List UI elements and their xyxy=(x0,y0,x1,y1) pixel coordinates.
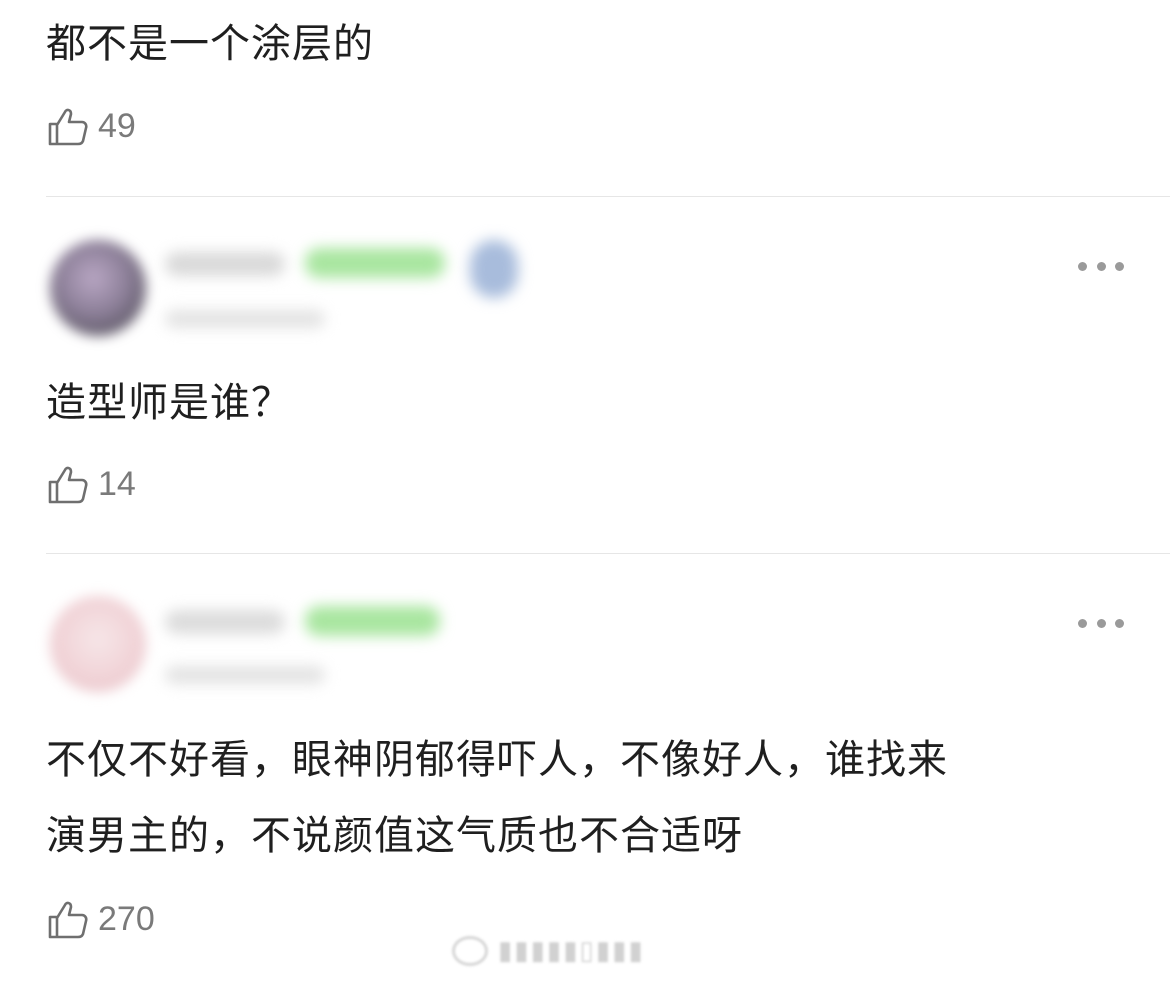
comment-2-like-count: 14 xyxy=(98,464,136,503)
comment-3-like-button[interactable]: 270 xyxy=(46,893,155,945)
thumbs-up-icon xyxy=(48,466,88,504)
timestamp-blurred xyxy=(165,310,325,328)
username-blurred[interactable] xyxy=(165,252,285,276)
divider xyxy=(46,553,1170,554)
comment-2-like-button[interactable]: 14 xyxy=(46,458,136,510)
comment-1-text: 都不是一个涂层的 xyxy=(46,21,374,67)
comment-3-text-line-2: 演男主的，不说颜值这气质也不合适呀 xyxy=(46,813,743,859)
comment-3-like-count: 270 xyxy=(98,899,155,938)
avatar[interactable] xyxy=(50,596,146,692)
comment-1-like-count: 49 xyxy=(98,106,136,145)
level-badge-blurred xyxy=(305,606,440,636)
divider xyxy=(46,196,1170,197)
level-badge-blurred xyxy=(305,248,445,278)
more-dots-icon xyxy=(1078,261,1087,271)
thumbs-up-icon xyxy=(48,108,88,146)
watermark: ▮▮▮▮▮▯▮▮▮ xyxy=(452,935,645,966)
verified-badge-blurred xyxy=(470,240,518,298)
more-dots-icon xyxy=(1078,618,1087,628)
timestamp-blurred xyxy=(165,666,325,684)
comment-2-text: 造型师是谁？ xyxy=(46,380,292,426)
weibo-logo-icon xyxy=(452,935,488,966)
avatar[interactable] xyxy=(50,240,146,336)
thumbs-up-icon xyxy=(48,901,88,939)
username-blurred[interactable] xyxy=(165,610,285,634)
comment-1-like-button[interactable]: 49 xyxy=(46,100,136,152)
comment-3-text-line-1: 不仅不好看，眼神阴郁得吓人，不像好人，谁找来 xyxy=(46,737,948,783)
more-options-button[interactable] xyxy=(1078,616,1124,630)
watermark-text-blurred: ▮▮▮▮▮▯▮▮▮ xyxy=(498,935,645,965)
more-options-button[interactable] xyxy=(1078,259,1124,273)
